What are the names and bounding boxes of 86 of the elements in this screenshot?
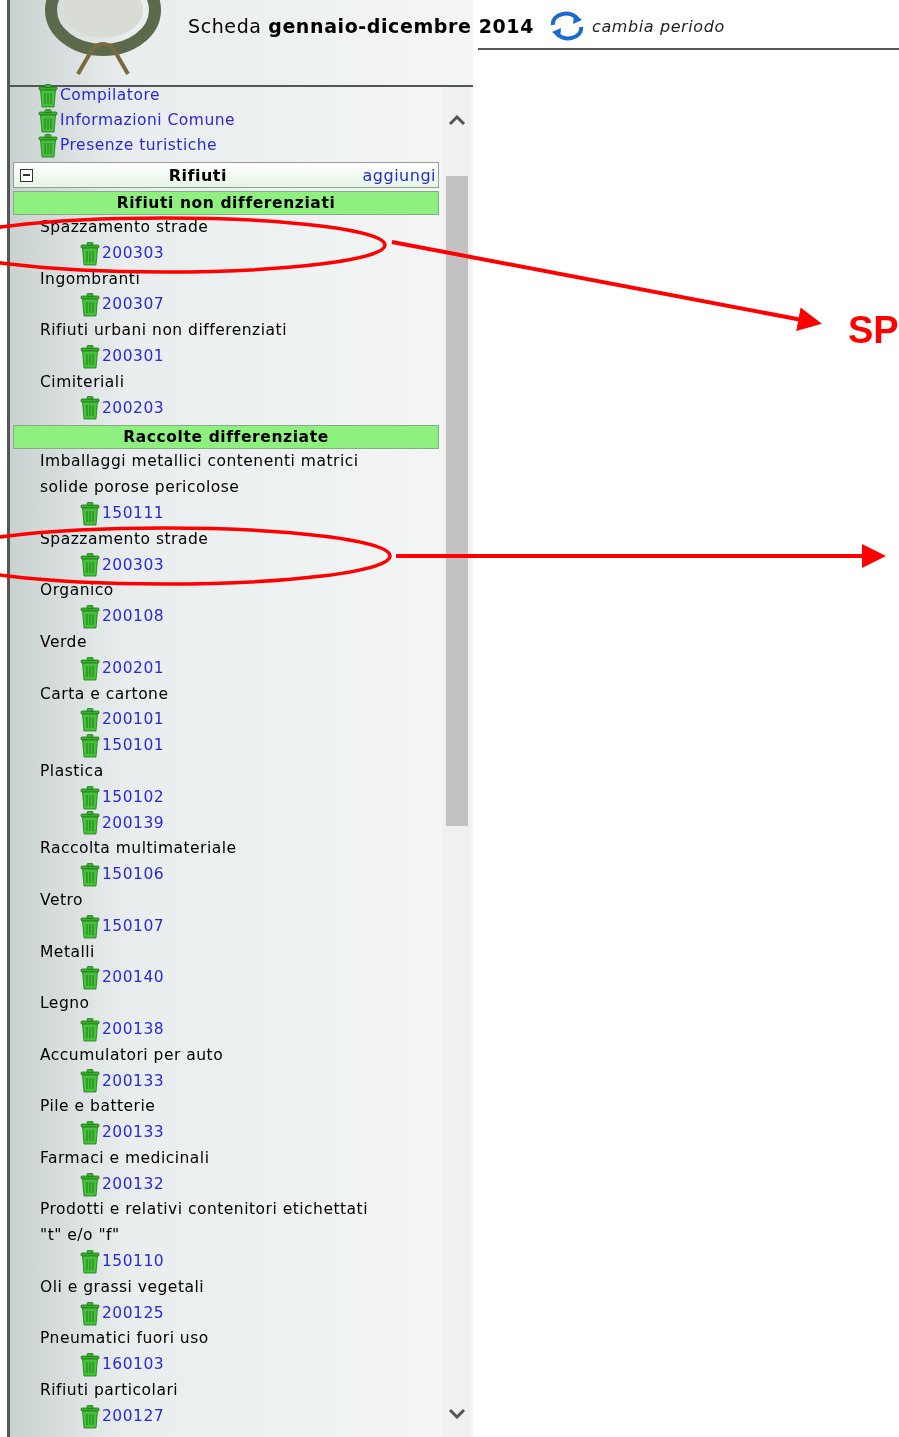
waste-type-label: Vetro	[40, 889, 84, 911]
waste-type-label: Spazzamento strade	[40, 528, 209, 550]
waste-type-label: Verde	[40, 631, 87, 653]
scrollbar[interactable]	[443, 87, 471, 1437]
trash-can-icon	[80, 863, 100, 887]
trash-can-icon	[80, 1404, 100, 1429]
trash-can-icon	[80, 1017, 100, 1042]
waste-type-label: Ingombranti	[40, 268, 141, 290]
trash-can-icon	[80, 293, 100, 318]
waste-code-link[interactable]: 200303	[102, 240, 165, 267]
waste-code-link[interactable]: 150107	[102, 913, 165, 940]
waste-type-label: Cimiteriali	[40, 371, 125, 393]
add-link[interactable]: aggiungi	[362, 165, 436, 185]
waste-code-link[interactable]: 200133	[102, 1068, 165, 1095]
waste-code-link[interactable]: 200101	[102, 707, 165, 734]
waste-code-link[interactable]: 200307	[102, 292, 165, 319]
section-title: Rifiuti	[167, 165, 228, 185]
annotation-label: SP	[848, 309, 899, 352]
trash-can-icon	[38, 108, 58, 133]
refresh-icon[interactable]	[548, 11, 586, 41]
trash-can-icon	[80, 914, 100, 939]
waste-code-link[interactable]: 200132	[102, 1171, 165, 1198]
trash-can-icon	[80, 1353, 100, 1378]
trash-can-icon	[38, 133, 58, 158]
waste-code-link[interactable]: 200133	[102, 1120, 165, 1146]
trash-can-icon	[80, 656, 100, 681]
group-header: Raccolte differenziate	[13, 425, 439, 450]
waste-code-link[interactable]: 200203	[102, 395, 165, 422]
nav-link[interactable]: Presenze turistiche	[60, 132, 218, 159]
waste-code-link[interactable]: 160103	[102, 1352, 165, 1379]
collapse-toggle[interactable]	[20, 168, 33, 182]
trash-can-icon	[80, 708, 100, 733]
period-title: Scheda gennaio-dicembre 2014	[188, 15, 534, 37]
trash-can-icon	[80, 501, 100, 526]
waste-code-link[interactable]: 200108	[102, 604, 165, 630]
trash-can-icon	[80, 1121, 100, 1145]
trash-can-icon	[38, 83, 58, 108]
waste-type-label: Oli e grassi vegetali	[40, 1276, 205, 1298]
scrollbar-thumb[interactable]	[446, 176, 468, 826]
trash-can-icon	[80, 811, 100, 836]
waste-code-link[interactable]: 150106	[102, 862, 165, 888]
waste-code-link[interactable]: 200303	[102, 552, 165, 579]
waste-type-label: Pile e batterie	[40, 1096, 156, 1118]
waste-type-label: Legno	[40, 993, 90, 1015]
waste-type-label: Organico	[40, 580, 114, 602]
waste-type-label: Metalli	[40, 941, 95, 963]
waste-type-label: Pneumatici fuori uso	[40, 1328, 209, 1350]
trash-can-icon	[80, 241, 100, 266]
waste-code-link[interactable]: 150110	[102, 1249, 165, 1275]
chevron-up-icon[interactable]	[448, 115, 466, 126]
trash-can-icon	[80, 344, 100, 369]
waste-code-link[interactable]: 150111	[102, 500, 165, 527]
waste-type-label: Rifiuti particolari	[40, 1380, 179, 1402]
waste-type-label: Spazzamento strade	[40, 217, 209, 238]
change-period-link[interactable]: cambia periodo	[592, 16, 725, 36]
waste-type-label: Plastica	[40, 760, 104, 782]
waste-type-label: Raccolta multimateriale	[40, 838, 237, 860]
waste-code-link[interactable]: 200127	[102, 1403, 165, 1430]
trash-can-icon	[80, 1301, 100, 1326]
group-header: Rifiuti non differenziati	[13, 191, 439, 215]
nav-link[interactable]: Compilatore	[60, 82, 160, 109]
waste-type-label: Carta e cartone	[40, 683, 169, 705]
waste-code-link[interactable]: 200140	[102, 965, 165, 992]
trash-can-icon	[80, 605, 100, 630]
waste-code-link[interactable]: 150102	[102, 784, 165, 811]
waste-code-link[interactable]: 200139	[102, 810, 165, 837]
waste-type-label: Rifiuti urbani non differenziati	[40, 320, 287, 342]
waste-type-label: Prodotti e relativi contenitori etichettati "t" e/o "f"	[40, 1199, 369, 1247]
trash-can-icon	[80, 966, 100, 991]
trash-can-icon	[80, 396, 100, 421]
nav-link[interactable]: Informazioni Comune	[60, 107, 236, 134]
waste-type-label: Accumulatori per auto	[40, 1044, 224, 1066]
waste-code-link[interactable]: 200125	[102, 1300, 165, 1327]
trash-can-icon	[80, 1249, 100, 1274]
trash-can-icon	[80, 785, 100, 810]
waste-code-link[interactable]: 200301	[102, 344, 165, 370]
waste-code-link[interactable]: 150101	[102, 733, 165, 759]
waste-code-link[interactable]: 200201	[102, 655, 165, 682]
trash-can-icon	[80, 1069, 100, 1094]
trash-can-icon	[80, 1172, 100, 1197]
waste-type-label: Imballaggi metallici contenenti matrici solide porose pericolose	[40, 451, 360, 499]
trash-can-icon	[80, 734, 100, 759]
chevron-down-icon[interactable]	[448, 1408, 466, 1419]
trash-can-icon	[80, 553, 100, 578]
waste-code-link[interactable]: 200138	[102, 1016, 165, 1043]
waste-type-label: Farmaci e medicinali	[40, 1147, 210, 1169]
